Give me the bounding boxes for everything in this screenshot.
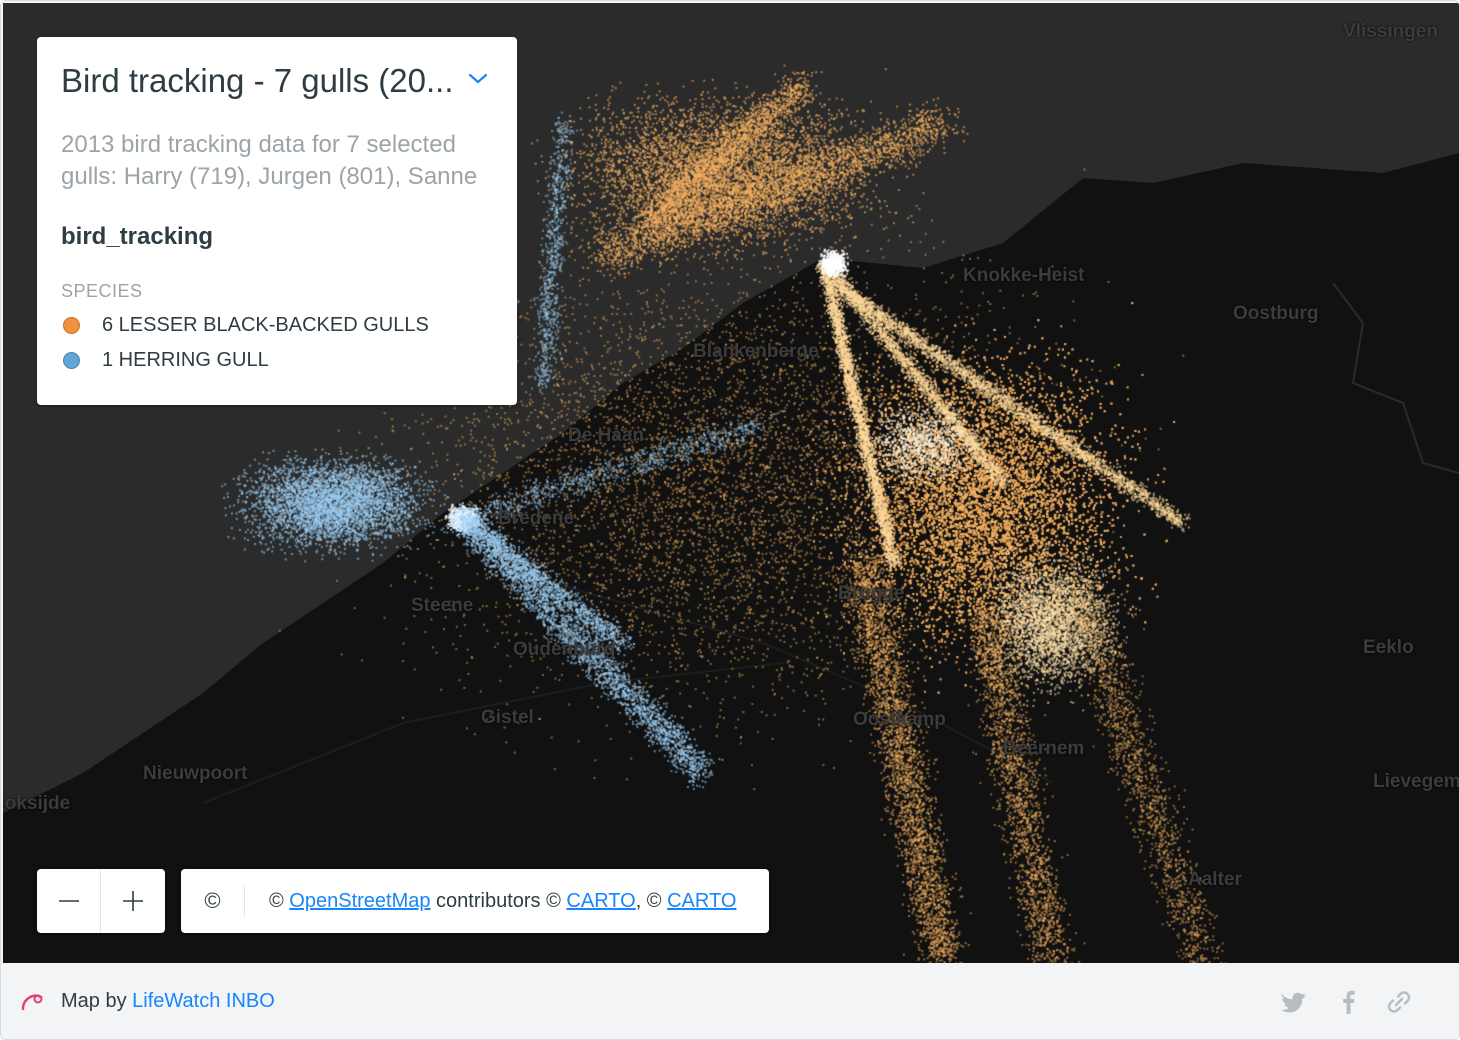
place-label: Steene bbox=[411, 595, 474, 616]
attribution-prefix: © bbox=[269, 889, 290, 912]
place-label: Beernem bbox=[1003, 738, 1085, 759]
minus-icon bbox=[58, 900, 79, 902]
facebook-icon[interactable] bbox=[1335, 988, 1363, 1016]
place-label: Gistel bbox=[481, 707, 534, 728]
legend-title: Bird tracking - 7 gulls (20... bbox=[61, 62, 454, 99]
author-link[interactable]: LifeWatch INBO bbox=[132, 990, 275, 1012]
map-credit: Map by LifeWatch INBO bbox=[61, 990, 275, 1013]
legend-swatch bbox=[63, 352, 80, 369]
attribution-bar: © © OpenStreetMap contributors © CARTO, … bbox=[181, 869, 769, 933]
legend-description: 2013 bird tracking data for 7 selected g… bbox=[61, 131, 478, 190]
zoom-in-button[interactable] bbox=[101, 869, 165, 933]
place-label: Nieuwpoort bbox=[143, 763, 248, 784]
legend-swatch bbox=[63, 317, 80, 334]
footer-bar: Map by LifeWatch INBO bbox=[1, 963, 1459, 1039]
plus-icon bbox=[123, 891, 143, 911]
zoom-control bbox=[37, 869, 165, 933]
place-label: Aalter bbox=[1188, 869, 1242, 890]
legend-item-label: 6 LESSER BLACK-BACKED GULLS bbox=[102, 314, 429, 336]
legend-item-herring: 1 HERRING GULL bbox=[61, 349, 493, 372]
place-label: Vlissingen bbox=[1343, 21, 1439, 42]
legend-panel: Bird tracking - 7 gulls (20... 2013 bird… bbox=[37, 37, 517, 405]
map-canvas[interactable]: Vlissingen Knokke-Heist Oostburg Blanken… bbox=[3, 3, 1459, 963]
attribution-toggle-button[interactable]: © bbox=[181, 886, 245, 916]
place-label: Koksijde bbox=[3, 793, 71, 814]
place-label: Blankenberge bbox=[693, 341, 819, 362]
map-credit-prefix: Map by bbox=[61, 990, 133, 1012]
link-icon[interactable] bbox=[1385, 988, 1413, 1016]
place-label: Knokke-Heist bbox=[963, 265, 1085, 286]
legend-section-label: SPECIES bbox=[61, 281, 143, 301]
zoom-out-button[interactable] bbox=[37, 869, 101, 933]
legend-item-label: 1 HERRING GULL bbox=[102, 349, 269, 371]
attribution-text: © OpenStreetMap contributors © CARTO, © … bbox=[245, 890, 736, 913]
carto-link[interactable]: CARTO bbox=[667, 890, 736, 912]
twitter-icon[interactable] bbox=[1281, 988, 1309, 1016]
place-label: Oostkamp bbox=[853, 709, 946, 730]
openstreetmap-link[interactable]: OpenStreetMap bbox=[289, 890, 430, 912]
place-label: Oostburg bbox=[1233, 303, 1319, 324]
place-label: Lievegem bbox=[1373, 771, 1459, 792]
chevron-down-icon[interactable] bbox=[467, 67, 489, 89]
place-label: Eeklo bbox=[1363, 637, 1414, 658]
map-embed-frame: Vlissingen Knokke-Heist Oostburg Blanken… bbox=[0, 0, 1460, 1040]
attribution-separator: , © bbox=[635, 889, 668, 912]
place-label: Oudenburg bbox=[513, 639, 616, 660]
layer-name: bird_tracking bbox=[61, 223, 214, 250]
place-label: Bredene bbox=[498, 508, 575, 529]
carto-logo-icon bbox=[21, 994, 43, 1011]
carto-link[interactable]: CARTO bbox=[566, 890, 635, 912]
place-label: De Haan bbox=[568, 425, 645, 446]
attribution-middle: contributors © bbox=[430, 889, 567, 912]
place-label: Brugge bbox=[838, 583, 905, 604]
legend-item-lesser-black-backed: 6 LESSER BLACK-BACKED GULLS bbox=[61, 314, 493, 337]
